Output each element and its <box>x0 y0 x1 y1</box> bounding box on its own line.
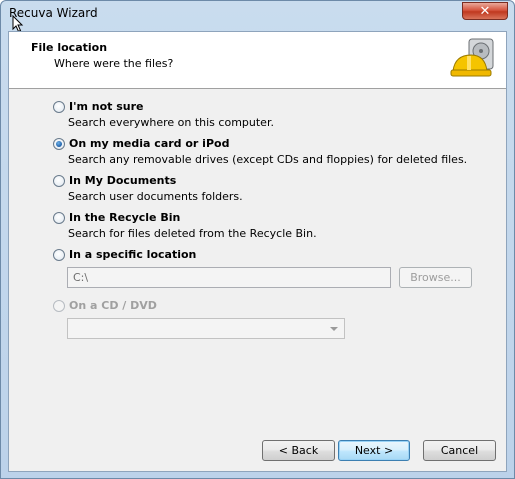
title-bar[interactable]: Recuva Wizard ✕ <box>1 1 514 29</box>
radio-recycle-bin[interactable] <box>53 212 65 224</box>
chevron-down-icon <box>330 327 338 331</box>
radio-media-card[interactable] <box>53 138 65 150</box>
hard-drive-hardhat-icon <box>450 38 494 77</box>
radio-my-documents[interactable] <box>53 175 65 187</box>
option-recycle-bin-description: Search for files deleted from the Recycl… <box>68 227 317 240</box>
option-my-documents-label: In My Documents <box>69 174 177 187</box>
wizard-header: File location Where were the files? <box>9 32 506 89</box>
radio-not-sure[interactable] <box>53 101 65 113</box>
option-not-sure-description: Search everywhere on this computer. <box>68 116 274 129</box>
page-subtitle: Where were the files? <box>54 57 174 70</box>
option-my-documents-description: Search user documents folders. <box>68 190 243 203</box>
wizard-client-area: File location Where were the files? I'm … <box>8 31 507 472</box>
page-title: File location <box>31 41 108 54</box>
option-media-card-description: Search any removable drives (except CDs … <box>68 153 468 166</box>
back-button[interactable]: < Back <box>262 440 335 461</box>
option-recycle-bin-label: In the Recycle Bin <box>69 211 181 224</box>
recuva-wizard-window: Recuva Wizard ✕ File location Where were… <box>0 0 515 479</box>
cd-dvd-drive-select[interactable] <box>67 318 345 339</box>
option-not-sure-label: I'm not sure <box>69 100 144 113</box>
option-specific-location-label: In a specific location <box>69 248 197 261</box>
radio-cd-dvd[interactable] <box>53 300 65 312</box>
browse-button[interactable]: Browse... <box>399 267 472 288</box>
next-button[interactable]: Next > <box>338 440 410 461</box>
option-cd-dvd-label: On a CD / DVD <box>69 299 157 312</box>
close-button[interactable]: ✕ <box>462 2 508 20</box>
location-path-input[interactable]: C:\ <box>67 267 391 288</box>
cancel-button[interactable]: Cancel <box>423 440 496 461</box>
radio-specific-location[interactable] <box>53 249 65 261</box>
option-media-card-label: On my media card or iPod <box>69 137 230 150</box>
